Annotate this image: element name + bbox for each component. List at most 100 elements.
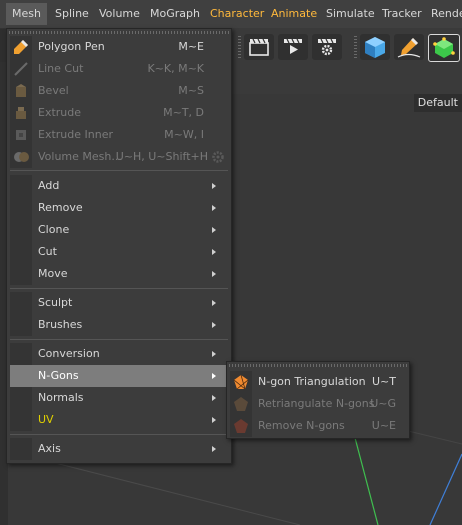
render-view-button[interactable] — [244, 34, 274, 60]
menu-item-shortcut: M~S — [178, 84, 204, 97]
menu-item-polygon-pen[interactable]: Polygon Pen M~E — [10, 36, 228, 58]
menu-spline[interactable]: Spline — [55, 7, 89, 20]
submenu-arrow-icon — [212, 205, 216, 211]
menu-gutter — [10, 292, 32, 314]
menu-item-label: Line Cut — [38, 62, 84, 75]
menu-gutter — [10, 387, 32, 409]
menu-item-sculpt[interactable]: Sculpt — [10, 292, 228, 314]
menu-item-axis[interactable]: Axis — [10, 438, 228, 460]
pen-button[interactable] — [394, 34, 424, 60]
line-cut-icon — [14, 62, 28, 76]
menu-item-shortcut: U~E — [371, 419, 396, 432]
menu-item-shortcut: K~K, M~K — [147, 62, 204, 75]
menu-item-normals[interactable]: Normals — [10, 387, 228, 409]
menu-item-label: Remove — [38, 201, 83, 214]
menu-item-label: Volume Mesh... — [38, 150, 122, 163]
cube-icon — [365, 37, 385, 58]
toolbar — [230, 28, 462, 94]
polygon-pen-icon — [14, 40, 28, 54]
menu-item-shortcut: U~G — [370, 397, 396, 410]
menu-item-shortcut: M~T, D — [163, 106, 204, 119]
clapboard-icon — [249, 38, 269, 56]
menu-item-cut[interactable]: Cut — [10, 241, 228, 263]
menu-item-uv[interactable]: UV — [10, 409, 228, 431]
submenu-arrow-icon — [212, 322, 216, 328]
menu-gutter — [10, 241, 32, 263]
menu-gutter — [230, 415, 252, 437]
menu-gutter — [10, 343, 32, 365]
menu-gutter — [10, 124, 32, 146]
menu-item-retriangulate-ngons[interactable]: Retriangulate N-gons U~G — [230, 393, 406, 415]
menu-item-brushes[interactable]: Brushes — [10, 314, 228, 336]
menu-character[interactable]: Character — [210, 7, 264, 20]
menu-item-label: N-Gons — [38, 369, 79, 382]
menu-item-conversion[interactable]: Conversion — [10, 343, 228, 365]
menu-gutter — [10, 175, 32, 197]
menu-item-label: Clone — [38, 223, 70, 236]
menu-item-shortcut: U~T — [372, 375, 396, 388]
render-settings-icon — [318, 38, 336, 56]
menu-item-remove-ngons[interactable]: Remove N-gons U~E — [230, 415, 406, 437]
menu-gutter — [10, 80, 32, 102]
toolbar-separator — [354, 36, 357, 60]
polygon-object-icon — [433, 37, 455, 58]
menu-gutter — [10, 146, 32, 168]
volume-mesh-icon — [14, 152, 29, 162]
menu-separator — [10, 288, 228, 289]
render-button[interactable] — [278, 34, 308, 60]
menu-item-label: Remove N-gons — [258, 419, 345, 432]
menu-item-line-cut[interactable]: Line Cut K~K, M~K — [10, 58, 228, 80]
menu-gutter — [10, 58, 32, 80]
menu-item-label: Normals — [38, 391, 84, 404]
menu-item-shortcut: M~E — [178, 40, 204, 53]
menu-item-ngon-triangulation[interactable]: N-gon Triangulation U~T — [230, 371, 406, 393]
menu-volume[interactable]: Volume — [99, 7, 140, 20]
menu-item-label: UV — [38, 413, 54, 426]
menu-item-label: Extrude — [38, 106, 82, 119]
menu-gutter — [10, 409, 32, 431]
menu-item-label: Axis — [38, 442, 61, 455]
render-settings-button[interactable] — [312, 34, 342, 60]
ngons-submenu: N-gon Triangulation U~T Retriangulate N-… — [226, 361, 410, 439]
menu-render[interactable]: Rende — [431, 7, 462, 20]
menu-animate[interactable]: Animate — [271, 7, 317, 20]
menu-item-label: Retriangulate N-gons — [258, 397, 375, 410]
menu-item-remove[interactable]: Remove — [10, 197, 228, 219]
extrude-icon — [16, 107, 26, 119]
menu-gutter — [10, 219, 32, 241]
menu-gutter — [10, 314, 32, 336]
menu-simulate[interactable]: Simulate — [326, 7, 375, 20]
mesh-menu: Polygon Pen M~E Line Cut K~K, M~K Bevel … — [6, 28, 232, 464]
viewport-camera-tab[interactable]: Default — [413, 94, 462, 112]
menu-gutter — [230, 371, 252, 393]
cube-button[interactable] — [360, 34, 390, 60]
menu-item-label: Extrude Inner — [38, 128, 113, 141]
menu-item-volume-mesh[interactable]: Volume Mesh... U~H, U~Shift+H — [10, 146, 228, 168]
menu-gutter — [230, 393, 252, 415]
toolbar-separator — [238, 36, 241, 60]
menu-item-extrude[interactable]: Extrude M~T, D — [10, 102, 228, 124]
submenu-arrow-icon — [212, 271, 216, 277]
ngon-triangulation-icon — [233, 374, 249, 390]
bevel-icon — [16, 84, 26, 97]
submenu-arrow-icon — [212, 395, 216, 401]
menu-bar: Mesh Spline Volume MoGraph Character Ani… — [0, 0, 462, 29]
gear-icon[interactable] — [211, 150, 225, 164]
menu-item-extrude-inner[interactable]: Extrude Inner M~W, I — [10, 124, 228, 146]
menu-item-clone[interactable]: Clone — [10, 219, 228, 241]
menu-item-label: Cut — [38, 245, 57, 258]
menu-tracker[interactable]: Tracker — [382, 7, 422, 20]
polygon-button[interactable] — [428, 34, 460, 62]
menu-mograph[interactable]: MoGraph — [150, 7, 200, 20]
menu-mesh[interactable]: Mesh — [6, 3, 47, 25]
menu-item-shortcut: M~W, I — [164, 128, 204, 141]
submenu-arrow-icon — [212, 351, 216, 357]
menu-item-add[interactable]: Add — [10, 175, 228, 197]
menu-separator — [10, 170, 228, 171]
menu-gutter — [10, 197, 32, 219]
retriangulate-icon — [234, 397, 248, 411]
menu-item-label: Polygon Pen — [38, 40, 105, 53]
menu-item-bevel[interactable]: Bevel M~S — [10, 80, 228, 102]
menu-item-move[interactable]: Move — [10, 263, 228, 285]
menu-item-ngons[interactable]: N-Gons — [10, 365, 228, 387]
